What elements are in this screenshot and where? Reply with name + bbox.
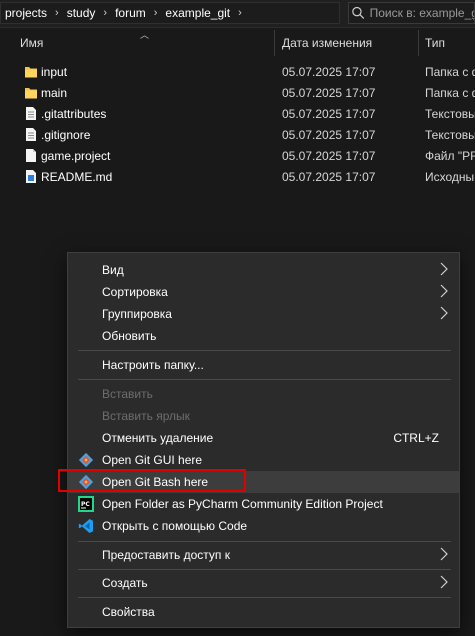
menu-item-paste-shortcut: Вставить ярлык xyxy=(68,405,459,427)
menu-item-open-git-bash[interactable]: Open Git Bash here xyxy=(68,471,459,493)
menu-item-label: Предоставить доступ к xyxy=(102,548,230,562)
menu-item-open-git-gui[interactable]: Open Git GUI here xyxy=(68,449,459,471)
menu-item-open-with-code[interactable]: Открыть с помощью Code xyxy=(68,515,459,537)
file-name: .gitattributes xyxy=(41,107,107,121)
menu-item-label: Open Git GUI here xyxy=(102,453,203,467)
chevron-right-icon xyxy=(440,262,448,276)
file-type: Исходны xyxy=(425,170,475,184)
column-header-type[interactable]: Тип xyxy=(425,36,445,50)
menu-item-view[interactable]: Вид xyxy=(68,259,459,281)
breadcrumb[interactable]: projects › study › forum › example_git › xyxy=(0,2,340,24)
breadcrumb-item-example-git[interactable]: example_git xyxy=(165,6,230,20)
text-file-icon xyxy=(26,107,36,120)
menu-separator xyxy=(78,541,451,542)
markdown-file-icon xyxy=(26,170,36,183)
menu-item-undo-delete[interactable]: Отменить удаление CTRL+Z xyxy=(68,427,459,449)
file-row[interactable]: .gitattributes 05.07.2025 17:07 Текстовы xyxy=(0,103,475,124)
menu-item-label: Вставить xyxy=(102,387,153,401)
chevron-right-icon xyxy=(440,284,448,298)
menu-separator xyxy=(78,569,451,570)
column-header-name[interactable]: Имя xyxy=(20,36,43,50)
file-icon xyxy=(26,149,36,162)
column-divider[interactable] xyxy=(418,30,419,56)
breadcrumb-separator-icon: › xyxy=(55,7,59,19)
menu-item-open-pycharm[interactable]: PC Open Folder as PyCharm Community Edit… xyxy=(68,493,459,515)
file-name: game.project xyxy=(41,149,111,163)
chevron-right-icon xyxy=(440,306,448,320)
file-row[interactable]: README.md 05.07.2025 17:07 Исходны xyxy=(0,166,475,187)
menu-item-paste: Вставить xyxy=(68,383,459,405)
file-date: 05.07.2025 17:07 xyxy=(282,170,376,184)
menu-item-label: Отменить удаление xyxy=(102,431,214,445)
file-type: Папка с ф xyxy=(425,86,475,100)
file-date: 05.07.2025 17:07 xyxy=(282,107,376,121)
menu-item-properties[interactable]: Свойства xyxy=(68,601,459,623)
search-input[interactable]: Поиск в: example_git xyxy=(348,2,475,24)
menu-item-label: Настроить папку... xyxy=(102,358,204,372)
file-name: input xyxy=(41,65,68,79)
menu-item-customize-folder[interactable]: Настроить папку... xyxy=(68,354,459,376)
column-header-date[interactable]: Дата изменения xyxy=(282,36,372,50)
file-date: 05.07.2025 17:07 xyxy=(282,65,376,79)
pycharm-icon: PC xyxy=(78,496,94,512)
svg-text:PC: PC xyxy=(81,501,90,508)
menu-item-share[interactable]: Предоставить доступ к xyxy=(68,544,459,566)
search-icon xyxy=(352,6,365,19)
chevron-right-icon xyxy=(440,547,448,561)
menu-item-label: Создать xyxy=(102,576,148,590)
file-date: 05.07.2025 17:07 xyxy=(282,86,376,100)
folder-icon xyxy=(25,88,37,99)
menu-item-label: Сортировка xyxy=(102,285,168,299)
keyboard-shortcut: CTRL+Z xyxy=(393,431,439,445)
column-headers: ︿ Имя Дата изменения Тип xyxy=(0,30,475,56)
menu-item-label: Группировка xyxy=(102,307,172,321)
file-type: Текстовы xyxy=(425,128,475,142)
menu-item-label: Open Git Bash here xyxy=(102,475,209,489)
file-type: Папка с ф xyxy=(425,65,475,79)
search-placeholder: Поиск в: example_git xyxy=(369,6,474,20)
file-date: 05.07.2025 17:07 xyxy=(282,149,376,163)
menu-separator xyxy=(78,597,451,598)
address-bar: projects › study › forum › example_git ›… xyxy=(0,0,475,28)
file-type: Файл "PR xyxy=(425,149,475,163)
menu-item-create[interactable]: Создать xyxy=(68,572,459,594)
menu-item-group[interactable]: Группировка xyxy=(68,303,459,325)
menu-separator xyxy=(78,379,451,380)
file-row[interactable]: main 05.07.2025 17:07 Папка с ф xyxy=(0,82,475,103)
file-row[interactable]: .gitignore 05.07.2025 17:07 Текстовы xyxy=(0,124,475,145)
file-name: README.md xyxy=(41,170,113,184)
column-divider[interactable] xyxy=(274,30,275,56)
menu-item-label: Open Folder as PyCharm Community Edition… xyxy=(102,497,383,511)
menu-item-label: Свойства xyxy=(102,605,155,619)
breadcrumb-item-study[interactable]: study xyxy=(67,6,96,20)
chevron-right-icon xyxy=(440,575,448,589)
file-name: main xyxy=(41,86,68,100)
menu-item-refresh[interactable]: Обновить xyxy=(68,325,459,347)
file-row[interactable]: input 05.07.2025 17:07 Папка с ф xyxy=(0,61,475,82)
file-date: 05.07.2025 17:07 xyxy=(282,128,376,142)
folder-icon xyxy=(25,67,37,78)
menu-item-label: Вид xyxy=(102,263,124,277)
sort-ascending-icon: ︿ xyxy=(140,30,150,40)
menu-item-label: Вставить ярлык xyxy=(102,409,190,423)
context-menu: Вид Сортировка Группировка Обновить Наст… xyxy=(67,252,460,628)
file-name: .gitignore xyxy=(41,128,91,142)
breadcrumb-separator-icon: › xyxy=(238,7,242,19)
text-file-icon xyxy=(26,128,36,141)
breadcrumb-item-projects[interactable]: projects xyxy=(5,6,47,20)
breadcrumb-separator-icon: › xyxy=(153,7,158,19)
breadcrumb-item-forum[interactable]: forum xyxy=(115,6,146,20)
vscode-icon xyxy=(78,519,93,533)
breadcrumb-separator-icon: › xyxy=(103,7,108,19)
menu-separator xyxy=(78,350,451,351)
file-type: Текстовы xyxy=(425,107,475,121)
git-gui-icon xyxy=(78,452,94,468)
menu-item-sort[interactable]: Сортировка xyxy=(68,281,459,303)
menu-item-label: Открыть с помощью Code xyxy=(102,519,248,533)
menu-item-label: Обновить xyxy=(102,329,157,343)
git-bash-icon xyxy=(78,474,94,490)
file-row[interactable]: game.project 05.07.2025 17:07 Файл "PR xyxy=(0,145,475,166)
